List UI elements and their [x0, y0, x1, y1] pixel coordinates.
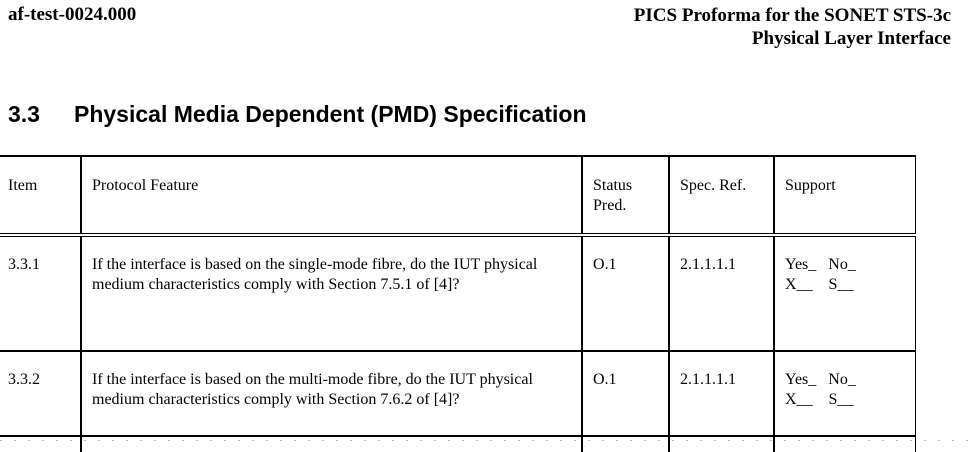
document-title-line2: Physical Layer Interface [751, 28, 951, 49]
header-feature-cell: Protocol Feature [81, 155, 583, 237]
support-x-s: X__ S__ [785, 391, 854, 408]
table-header-row: Item Protocol Feature Status Pred. Spec.… [0, 155, 916, 237]
header-spec-ref: Spec. Ref. [680, 177, 747, 194]
support-options: Yes_ No_ X__ S__ [775, 237, 915, 295]
header-spec-ref-cell: Spec. Ref. [669, 155, 775, 237]
section-heading: 3.3 Physical Media Dependent (PMD) Specif… [8, 101, 587, 128]
document-title: PICS Proforma for the SONET STS-3c Physi… [634, 4, 951, 50]
header-item: Item [8, 177, 38, 194]
header-support-cell: Support [774, 155, 916, 237]
item-number: 3.3.2 [8, 371, 40, 388]
status-cell: O.1 [582, 235, 670, 352]
spec-ref: 2.1.1.1.1 [680, 256, 736, 273]
support-options: Yes_ No_ X__ S__ [775, 352, 915, 410]
support-x-s: X__ S__ [785, 276, 854, 293]
status-pred: O.1 [593, 371, 617, 388]
pics-table-container: Item Protocol Feature Status Pred. Spec.… [0, 155, 916, 452]
section-number: 3.3 [8, 101, 40, 127]
table-row-partial [0, 436, 916, 452]
feature-cell: If the interface is based on the single-… [81, 235, 583, 352]
status-pred: O.1 [593, 256, 617, 273]
header-status-line2: Pred. [593, 197, 627, 214]
header-status: Status Pred. [583, 157, 668, 216]
header-status-line1: Status [593, 177, 633, 194]
item-cell: 3.3.1 [0, 235, 82, 352]
empty-cell [0, 436, 82, 452]
empty-cell [582, 436, 670, 452]
section-title: Physical Media Dependent (PMD) Specifica… [74, 101, 587, 127]
header-item-cell: Item [0, 155, 82, 237]
header-feature: Protocol Feature [92, 177, 199, 194]
empty-cell [669, 436, 775, 452]
spec-ref-cell: 2.1.1.1.1 [669, 351, 775, 437]
table-row: 3.3.2 If the interface is based on the m… [0, 351, 916, 437]
document-id: af-test-0024.000 [8, 4, 137, 25]
protocol-feature: If the interface is based on the single-… [92, 256, 538, 293]
support-yes-no: Yes_ No_ [785, 256, 856, 273]
feature-cell: If the interface is based on the multi-m… [81, 351, 583, 437]
spec-ref-cell: 2.1.1.1.1 [669, 235, 775, 352]
spec-ref: 2.1.1.1.1 [680, 371, 736, 388]
support-cell: Yes_ No_ X__ S__ [774, 235, 916, 352]
page-cut-line [0, 440, 969, 441]
support-yes-no: Yes_ No_ [785, 371, 856, 388]
protocol-feature: If the interface is based on the multi-m… [92, 371, 533, 408]
header-status-cell: Status Pred. [582, 155, 670, 237]
document-title-line1: PICS Proforma for the SONET STS-3c [633, 5, 951, 26]
empty-cell [81, 436, 583, 452]
empty-cell [774, 436, 916, 452]
pics-table: Item Protocol Feature Status Pred. Spec.… [0, 155, 916, 452]
header-support: Support [785, 177, 836, 194]
support-cell: Yes_ No_ X__ S__ [774, 351, 916, 437]
table-row: 3.3.1 If the interface is based on the s… [0, 235, 916, 352]
item-number: 3.3.1 [8, 256, 40, 273]
status-cell: O.1 [582, 351, 670, 437]
item-cell: 3.3.2 [0, 351, 82, 437]
